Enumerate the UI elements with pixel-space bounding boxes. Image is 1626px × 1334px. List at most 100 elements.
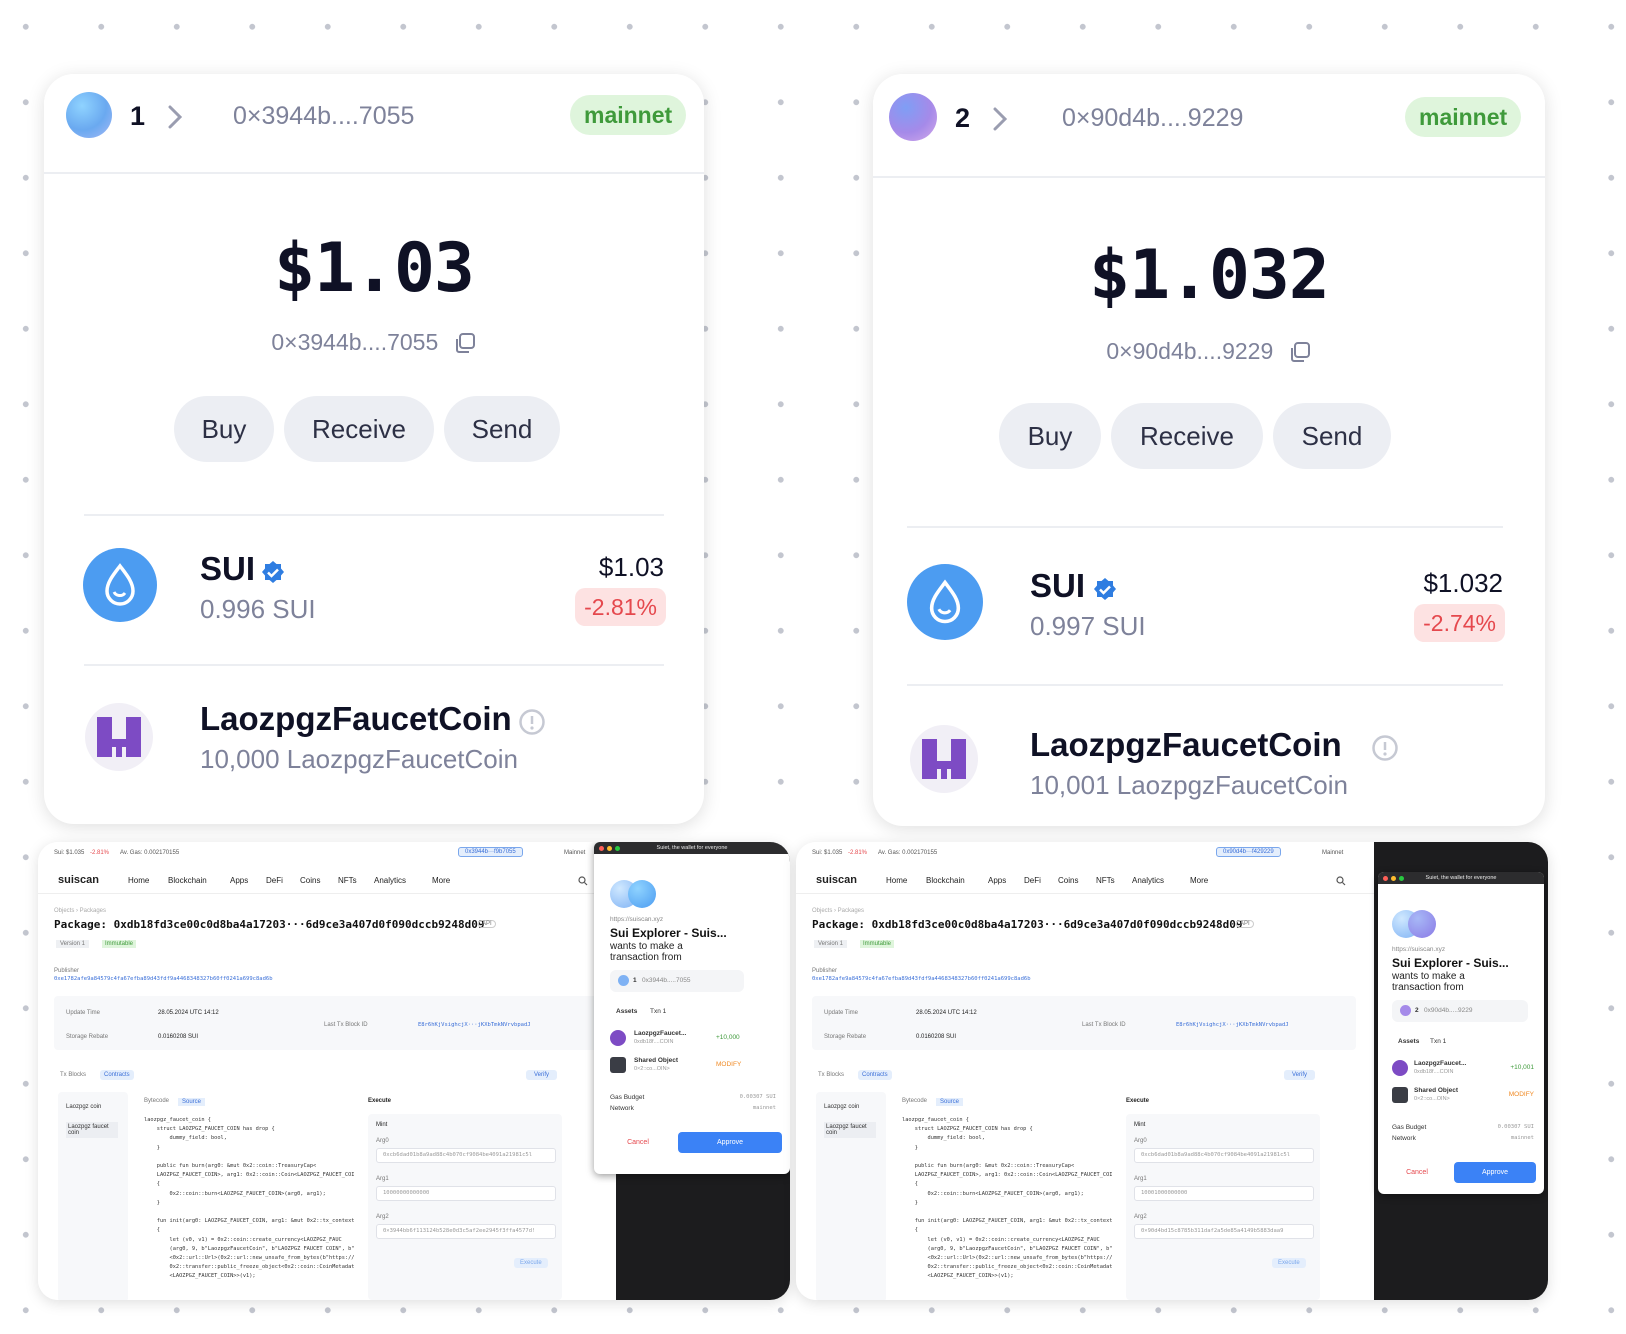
execute-button[interactable]: Execute bbox=[1272, 1258, 1306, 1268]
last-tx-id[interactable]: E8r6hKjVsighcjX···jKXbTmkNVrvbpadJ bbox=[1176, 1022, 1289, 1028]
nav-coins[interactable]: Coins bbox=[1058, 876, 1078, 885]
suiscan-logo[interactable]: suiscan bbox=[58, 874, 99, 886]
nav-apps[interactable]: Apps bbox=[988, 876, 1006, 885]
send-button[interactable]: Send bbox=[444, 396, 560, 462]
minimize-dot[interactable] bbox=[607, 845, 612, 851]
api-badge[interactable]: API bbox=[1236, 920, 1254, 928]
tab-bytecode[interactable]: Bytecode bbox=[902, 1098, 927, 1104]
verify-button[interactable]: Verify bbox=[1284, 1070, 1316, 1080]
account-header[interactable]: 1 0×3944b....7055 mainnet bbox=[44, 74, 704, 174]
execute-button[interactable]: Execute bbox=[514, 1258, 548, 1268]
arg1-input[interactable]: 10001000000000 bbox=[1134, 1186, 1314, 1201]
nav-more[interactable]: More bbox=[1190, 876, 1208, 885]
tab-contracts[interactable]: Contracts bbox=[100, 1070, 134, 1080]
execute-heading: Execute bbox=[368, 1098, 392, 1104]
maximize-dot[interactable] bbox=[1399, 875, 1404, 881]
arg0-input[interactable]: 0xcb6dad01b8a9ad88c4b070cf9084be4091a219… bbox=[376, 1148, 556, 1163]
suiet-approval-popup: Suiet, the wallet for everyone https://s… bbox=[594, 842, 790, 1174]
nav-blockchain[interactable]: Blockchain bbox=[168, 876, 207, 885]
sui-drop-icon bbox=[83, 548, 157, 622]
nav-apps[interactable]: Apps bbox=[230, 876, 248, 885]
tab-assets[interactable]: Assets bbox=[1398, 1038, 1419, 1045]
nav-blockchain[interactable]: Blockchain bbox=[926, 876, 965, 885]
module-laozpgz-coin[interactable]: Laozpgz coin bbox=[66, 1104, 101, 1110]
module-laozpgz-faucet-coin[interactable]: Laozpgz faucet coin bbox=[66, 1122, 118, 1138]
module-laozpgz-faucet-coin[interactable]: Laozpgz faucet coin bbox=[824, 1122, 876, 1138]
tab-source[interactable]: Source bbox=[936, 1098, 964, 1106]
cancel-button[interactable]: Cancel bbox=[1386, 1162, 1448, 1183]
nav-analytics[interactable]: Analytics bbox=[374, 876, 406, 885]
approve-button[interactable]: Approve bbox=[678, 1132, 782, 1153]
tab-txn-1[interactable]: Txn 1 bbox=[1430, 1038, 1446, 1045]
copy-icon[interactable] bbox=[1288, 340, 1312, 364]
last-tx-label: Last Tx Block ID bbox=[324, 1022, 368, 1028]
verify-button[interactable]: Verify bbox=[526, 1070, 558, 1080]
nav-analytics[interactable]: Analytics bbox=[1132, 876, 1164, 885]
update-time-label: Update Time bbox=[66, 1010, 101, 1016]
search-icon[interactable] bbox=[578, 876, 588, 886]
arg2-input[interactable]: 0×3944bb6f113124b528e0d3c5af2ee2945f3ffa… bbox=[376, 1224, 556, 1239]
connected-address[interactable]: 0x90d4b···f429229 bbox=[1216, 847, 1281, 857]
close-dot[interactable] bbox=[599, 845, 604, 851]
network-badge: mainnet bbox=[1405, 97, 1522, 137]
account-header[interactable]: 2 0×90d4b....9229 mainnet bbox=[873, 74, 1545, 178]
tab-txn-1[interactable]: Txn 1 bbox=[650, 1008, 666, 1015]
dapp-title: Sui Explorer - Suis... bbox=[1392, 956, 1509, 970]
maximize-dot[interactable] bbox=[615, 845, 620, 851]
storage-rebate: 0.0160208 SUI bbox=[916, 1034, 957, 1040]
coin-name-sui: SUI bbox=[200, 550, 256, 587]
arg0-input[interactable]: 0xcb6dad01b8a9ad88c4b070cf9084be4091a219… bbox=[1134, 1148, 1314, 1163]
network-label: Mainnet bbox=[1322, 850, 1344, 856]
tab-contracts[interactable]: Contracts bbox=[858, 1070, 892, 1080]
breadcrumb[interactable]: Objects › Packages bbox=[812, 908, 864, 914]
receive-button[interactable]: Receive bbox=[1111, 403, 1263, 469]
mint-function[interactable]: Mint bbox=[376, 1122, 387, 1128]
nav-home[interactable]: Home bbox=[886, 876, 907, 885]
faucet-logo-icon bbox=[1392, 1060, 1408, 1076]
search-icon[interactable] bbox=[1336, 876, 1346, 886]
breadcrumb[interactable]: Objects › Packages bbox=[54, 908, 106, 914]
copy-icon[interactable] bbox=[453, 331, 477, 355]
cancel-button[interactable]: Cancel bbox=[604, 1132, 672, 1153]
arg1-input[interactable]: 10000000000000 bbox=[376, 1186, 556, 1201]
arg2-input[interactable]: 0×90d4bd15c8785b311daf2a5de85a4149b5883d… bbox=[1134, 1224, 1314, 1239]
tab-tx-blocks[interactable]: Tx Blocks bbox=[60, 1072, 86, 1078]
coin-name-faucet: LaozpgzFaucetCoin bbox=[200, 700, 512, 737]
chevron-right-icon[interactable] bbox=[166, 104, 184, 130]
tab-source[interactable]: Source bbox=[178, 1098, 206, 1106]
account-avatar bbox=[1400, 1005, 1411, 1016]
publisher-address[interactable]: 0xe1782afe9a84579c4fa67efba89d43fdf9a446… bbox=[54, 976, 273, 982]
gas-budget-label: Gas Budget bbox=[610, 1094, 645, 1101]
close-dot[interactable] bbox=[1383, 875, 1388, 881]
nav-home[interactable]: Home bbox=[128, 876, 149, 885]
address-copy-row[interactable]: 0×3944b....7055 bbox=[44, 329, 704, 356]
send-button[interactable]: Send bbox=[1273, 403, 1391, 469]
faucet-logo-icon bbox=[610, 1030, 626, 1046]
buy-button[interactable]: Buy bbox=[174, 396, 274, 462]
nav-nfts[interactable]: NFTs bbox=[338, 876, 357, 885]
asset-type: 0xdb18f....COIN bbox=[634, 1039, 674, 1045]
nav-coins[interactable]: Coins bbox=[300, 876, 320, 885]
nav-more[interactable]: More bbox=[432, 876, 450, 885]
popup-account-address: 0x90d4b.....9229 bbox=[1424, 1007, 1473, 1014]
connected-address[interactable]: 0x3944b···f9b7055 bbox=[458, 847, 523, 857]
mint-function[interactable]: Mint bbox=[1134, 1122, 1145, 1128]
minimize-dot[interactable] bbox=[1391, 875, 1396, 881]
address-copy-row[interactable]: 0×90d4b....9229 bbox=[873, 338, 1545, 365]
chevron-right-icon[interactable] bbox=[991, 106, 1009, 132]
tab-tx-blocks[interactable]: Tx Blocks bbox=[818, 1072, 844, 1078]
tab-bytecode[interactable]: Bytecode bbox=[144, 1098, 169, 1104]
tab-assets[interactable]: Assets bbox=[616, 1008, 637, 1015]
nav-nfts[interactable]: NFTs bbox=[1096, 876, 1115, 885]
nav-defi[interactable]: DeFi bbox=[1024, 876, 1041, 885]
publisher-address[interactable]: 0xe1782afe9a84579c4fa67efba89d43fdf9a446… bbox=[812, 976, 1031, 982]
approve-button[interactable]: Approve bbox=[1454, 1162, 1536, 1183]
last-tx-id[interactable]: E8r6hKjVsighcjX···jKXbTmkNVrvbpadJ bbox=[418, 1022, 531, 1028]
api-badge[interactable]: API bbox=[478, 920, 496, 928]
nav-defi[interactable]: DeFi bbox=[266, 876, 283, 885]
buy-button[interactable]: Buy bbox=[999, 403, 1101, 469]
module-laozpgz-coin[interactable]: Laozpgz coin bbox=[824, 1104, 859, 1110]
info-icon bbox=[519, 709, 545, 735]
receive-button[interactable]: Receive bbox=[284, 396, 434, 462]
suiscan-logo[interactable]: suiscan bbox=[816, 874, 857, 886]
